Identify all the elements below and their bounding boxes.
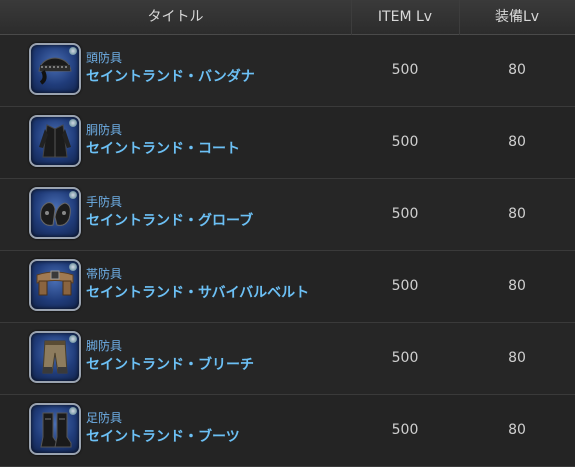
item-name-link[interactable]: セイントランド・サバイバルベルト <box>86 282 309 302</box>
table-row: 手防具 セイントランド・グローブ 500 80 <box>0 179 575 251</box>
table-row: 帯防具 セイントランド・サバイバルベルト 500 80 <box>0 251 575 323</box>
table-row: 脚防具 セイントランド・ブリーチ 500 80 <box>0 323 575 395</box>
breeches-icon[interactable] <box>29 331 81 383</box>
item-category: 足防具 <box>86 411 123 425</box>
item-level: 500 <box>391 206 419 222</box>
item-name-link[interactable]: セイントランド・ブリーチ <box>86 354 254 374</box>
header-equip-lv[interactable]: 装備Lv <box>459 0 575 34</box>
item-level: 500 <box>391 422 419 438</box>
table-row: 頭防具 セイントランド・バンダナ 500 80 <box>0 35 575 107</box>
equip-level: 80 <box>508 62 526 78</box>
equip-level: 80 <box>508 206 526 222</box>
equip-level: 80 <box>508 350 526 366</box>
item-level: 500 <box>391 134 419 150</box>
boots-icon[interactable] <box>29 403 81 455</box>
item-level: 500 <box>391 350 419 366</box>
item-category: 手防具 <box>86 195 123 209</box>
table-row: 胴防具 セイントランド・コート 500 80 <box>0 107 575 179</box>
item-name-link[interactable]: セイントランド・バンダナ <box>86 66 255 86</box>
item-level: 500 <box>391 62 419 78</box>
table-header: タイトル ITEM Lv 装備Lv <box>0 0 575 35</box>
table-row: 足防具 セイントランド・ブーツ 500 80 <box>0 395 575 467</box>
item-category: 頭防具 <box>86 51 123 65</box>
gloves-icon[interactable] <box>29 187 81 239</box>
item-category: 胴防具 <box>86 123 123 137</box>
equip-level: 80 <box>508 422 526 438</box>
header-item-lv[interactable]: ITEM Lv <box>351 0 459 34</box>
item-level: 500 <box>391 278 419 294</box>
belt-icon[interactable] <box>29 259 81 311</box>
header-title[interactable]: タイトル <box>0 0 351 34</box>
item-name-link[interactable]: セイントランド・ブーツ <box>86 426 240 446</box>
equip-level: 80 <box>508 134 526 150</box>
coat-icon[interactable] <box>29 115 81 167</box>
equipment-table: タイトル ITEM Lv 装備Lv 頭防具 セイントランド・バンダナ 500 8… <box>0 0 575 467</box>
item-name-link[interactable]: セイントランド・グローブ <box>86 210 253 230</box>
item-category: 脚防具 <box>86 339 123 353</box>
equip-level: 80 <box>508 278 526 294</box>
bandana-icon[interactable] <box>29 43 81 95</box>
item-category: 帯防具 <box>86 267 123 281</box>
item-name-link[interactable]: セイントランド・コート <box>86 138 240 158</box>
